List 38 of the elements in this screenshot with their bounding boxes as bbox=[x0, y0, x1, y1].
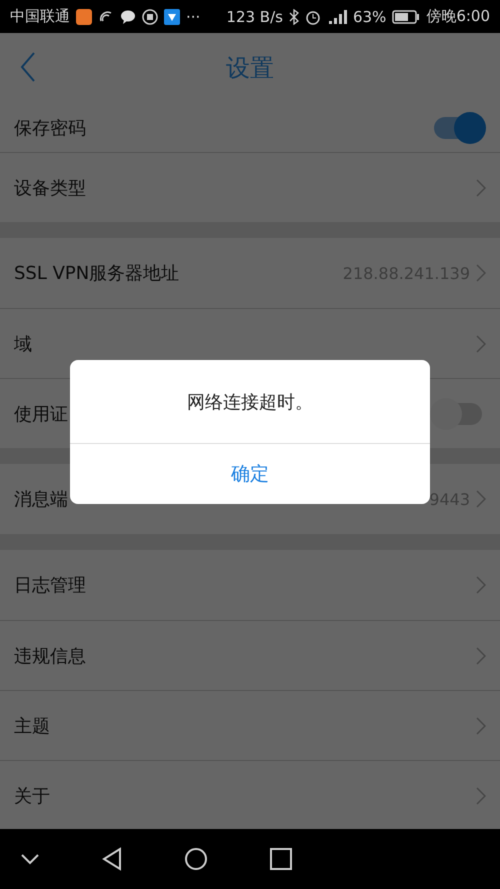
dialog-message: 网络连接超时。 bbox=[70, 360, 430, 444]
network-speed-text: 123 B/s bbox=[226, 8, 283, 26]
app-icon bbox=[76, 8, 92, 24]
battery-percent-text: 63% bbox=[352, 8, 386, 26]
recents-square-icon[interactable] bbox=[270, 848, 292, 870]
setting-label: 主题 bbox=[14, 714, 50, 738]
signal-icon bbox=[326, 8, 347, 24]
chevron-right-icon bbox=[476, 264, 486, 282]
back-triangle-icon[interactable] bbox=[102, 847, 122, 871]
setting-label: 消息端 bbox=[14, 488, 68, 511]
setting-label: 域 bbox=[14, 332, 32, 356]
chevron-right-icon bbox=[476, 786, 486, 804]
carrier-text: 中国联通 bbox=[10, 7, 70, 26]
setting-label: 保存密码 bbox=[14, 116, 86, 140]
back-icon bbox=[20, 52, 36, 82]
app-icon bbox=[164, 8, 180, 24]
ok-button[interactable]: 确定 bbox=[70, 444, 430, 504]
setting-label: 违规信息 bbox=[14, 644, 86, 668]
battery-icon bbox=[392, 10, 420, 24]
home-circle-icon[interactable] bbox=[184, 847, 208, 871]
chat-bubble-icon bbox=[120, 8, 136, 24]
setting-label: 设备类型 bbox=[14, 176, 86, 200]
setting-label: 关于 bbox=[14, 784, 50, 808]
bluetooth-icon bbox=[288, 8, 299, 24]
alarm-icon bbox=[304, 8, 321, 24]
setting-label: SSL VPN服务器地址 bbox=[14, 262, 180, 285]
chevron-right-icon bbox=[476, 576, 486, 594]
chevron-down-icon[interactable] bbox=[20, 853, 40, 865]
more-notifications-text: ··· bbox=[186, 8, 200, 26]
chevron-right-icon bbox=[476, 334, 486, 352]
chevron-right-icon bbox=[476, 716, 486, 734]
page-title: 设置 bbox=[226, 53, 274, 84]
setting-label: 日志管理 bbox=[14, 574, 86, 597]
setting-label: 使用证 bbox=[14, 402, 68, 426]
clock-text: 傍晚6:00 bbox=[426, 7, 490, 26]
chevron-right-icon bbox=[476, 646, 486, 664]
chevron-right-icon bbox=[476, 490, 486, 508]
chevron-right-icon bbox=[476, 178, 486, 196]
